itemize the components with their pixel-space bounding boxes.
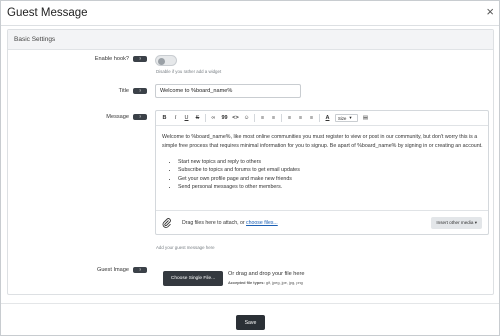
help-badge-icon[interactable]: ? [133,88,147,94]
quote-icon[interactable]: 99 [219,113,230,123]
help-badge-text: ? [138,115,142,119]
font-size-select[interactable]: Size ▾ [335,114,358,122]
dialog-header: Guest Message [1,1,499,26]
help-badge-icon[interactable]: ? [133,114,147,120]
align-center-icon[interactable]: ≡ [295,113,306,123]
accepted-label: Accepted file types: [228,280,265,285]
align-left-icon[interactable]: ≡ [284,113,295,123]
choose-files-link[interactable]: choose files... [246,220,278,226]
paperclip-icon [162,217,171,228]
guest-message-dialog: Guest Message × Basic Settings Enable ho… [0,0,500,336]
toggle-knob [158,57,165,65]
editor-content[interactable]: Welcome to %board_name%, like most onlin… [156,126,488,191]
toolbar-divider [205,114,206,122]
align-right-icon[interactable]: ≡ [306,113,317,123]
title-label: Title [118,88,129,94]
list-item: Get your own profile page and make new f… [178,175,483,183]
source-icon[interactable]: ▤ [360,113,371,123]
message-label: Message [106,114,129,120]
editor-paragraph: Welcome to %board_name%, like most onlin… [162,134,483,149]
insert-media-button[interactable]: Insert other media ▾ [431,217,482,229]
strikethrough-button[interactable]: S [192,113,203,123]
code-icon[interactable]: <> [230,113,241,123]
drop-zone-text[interactable]: Or drag and drop your file here [228,271,305,277]
editor-toolbar: B I U S ∞ 99 <> ☺ ≡ ≡ ≡ ≡ ≡ A Size ▾ ▤ [156,111,488,126]
choose-file-button[interactable]: Choose Single File... [163,271,223,286]
guest-image-label: Guest Image [96,267,129,273]
help-badge-icon[interactable]: ? [133,267,147,273]
link-icon[interactable]: ∞ [208,113,219,123]
help-badge-text: ? [138,57,142,61]
bullet-list-icon[interactable]: ≡ [257,113,268,123]
section-title: Basic Settings [8,30,493,50]
save-button[interactable]: Save [236,315,265,330]
chevron-down-icon: ▾ [349,115,352,120]
italic-button[interactable]: I [170,113,181,123]
numbered-list-icon[interactable]: ≡ [268,113,279,123]
message-editor: B I U S ∞ 99 <> ☺ ≡ ≡ ≡ ≡ ≡ A Size ▾ ▤ W… [155,110,489,235]
editor-list: Start new topics and reply to others Sub… [162,158,483,191]
enable-hook-label: Enable hook? [94,56,129,62]
text-color-icon[interactable]: A [322,113,333,123]
enable-hook-hint: Disable if you rather add a widget [156,69,222,74]
attach-hint: Drag files here to attach, or choose fil… [182,220,278,226]
list-item: Send personal messages to other members. [178,183,483,191]
enable-hook-toggle[interactable] [155,55,177,66]
help-badge-text: ? [138,89,142,93]
accepted-types: gif, jpeg, jpe, jpg, png [265,280,303,285]
attachment-bar: Drag files here to attach, or choose fil… [156,210,488,234]
accepted-file-types: Accepted file types: gif, jpeg, jpe, jpg… [228,280,303,285]
message-hint: Add your guest message here [156,245,215,250]
help-badge-icon[interactable]: ? [133,56,147,62]
attach-text: Drag files here to attach, or [182,219,245,226]
footer-divider [1,303,499,304]
toolbar-divider [254,114,255,122]
toolbar-divider [281,114,282,122]
toolbar-divider [319,114,320,122]
emoji-icon[interactable]: ☺ [241,113,252,123]
font-size-label: Size [338,115,347,121]
list-item: Subscribe to topics and forums to get em… [178,166,483,174]
title-input[interactable] [155,84,301,98]
dialog-title: Guest Message [7,7,88,19]
help-badge-text: ? [138,268,142,272]
bold-button[interactable]: B [159,113,170,123]
close-icon[interactable]: × [486,5,494,18]
list-item: Start new topics and reply to others [178,158,483,166]
underline-button[interactable]: U [181,113,192,123]
